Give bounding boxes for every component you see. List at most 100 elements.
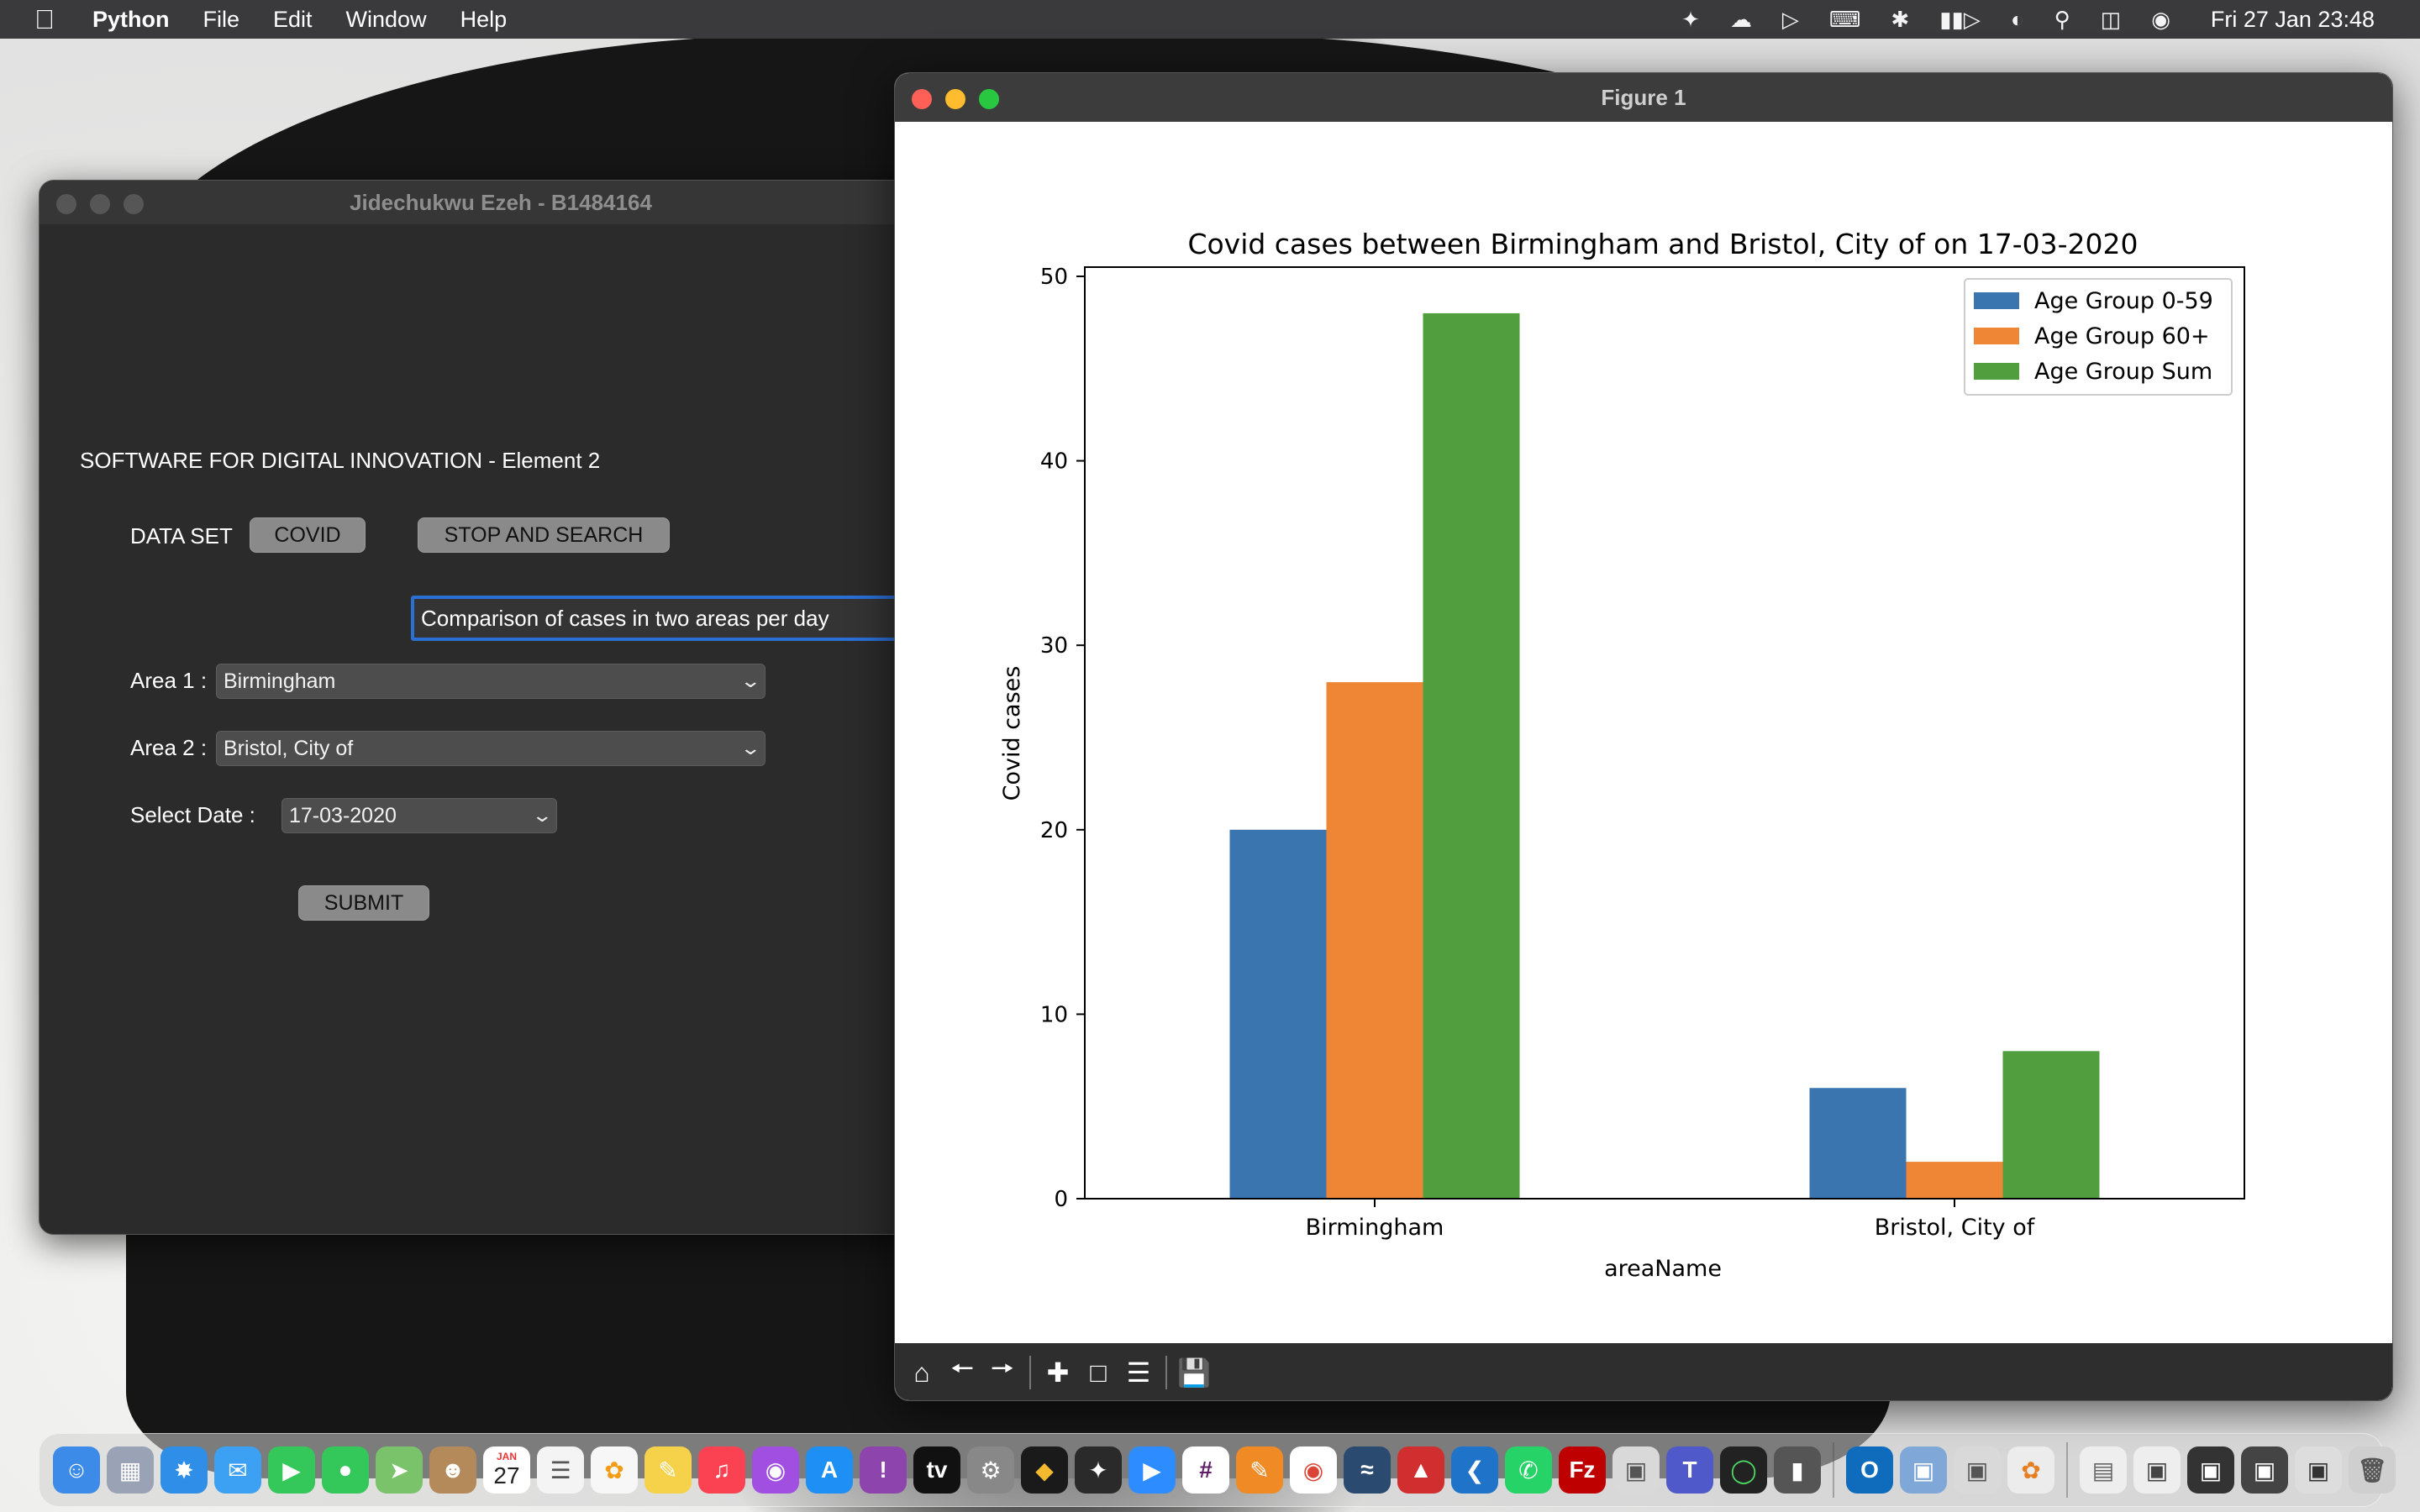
y-tick-label: 20 — [1040, 818, 1068, 843]
app-heading: SOFTWARE FOR DIGITAL INNOVATION - Elemen… — [80, 448, 601, 473]
legend-swatch-2 — [1974, 363, 2019, 380]
feedback-icon[interactable]: ! — [860, 1446, 907, 1494]
facetime-icon[interactable]: ▶ — [268, 1446, 315, 1494]
comparison-type-field[interactable]: Comparison of cases in two areas per day — [411, 596, 949, 641]
y-axis-label: Covid cases — [999, 666, 1025, 801]
keyboard-status-icon[interactable]: ⌨ — [1829, 7, 1861, 33]
preview-icon[interactable]: ▣ — [1612, 1446, 1660, 1494]
chrome-icon[interactable]: ◉ — [1290, 1446, 1337, 1494]
figure-window-titlebar[interactable]: Figure 1 — [895, 73, 2392, 122]
finder-icon[interactable]: ☺ — [53, 1446, 100, 1494]
zoom-icon[interactable]: □ — [1081, 1356, 1115, 1389]
screenshot-stack-icon[interactable]: ▣ — [2295, 1446, 2342, 1494]
legend-swatch-0 — [1974, 292, 2019, 309]
chevron-down-icon: ⌄ — [739, 670, 761, 691]
screenshot-stack-icon[interactable]: ▣ — [2133, 1446, 2181, 1494]
x-axis-label: areaName — [1604, 1256, 1722, 1282]
launchpad-icon[interactable]: ▦ — [107, 1446, 154, 1494]
plot-canvas[interactable]: Covid cases between Birmingham and Brist… — [895, 122, 2392, 1400]
reminders-icon[interactable]: ☰ — [537, 1446, 584, 1494]
pan-icon[interactable]: ✚ — [1041, 1356, 1075, 1389]
slack-icon[interactable]: # — [1182, 1446, 1229, 1494]
vscode-icon[interactable]: ❮ — [1451, 1446, 1498, 1494]
zoom-app-icon[interactable]: ▶ — [1128, 1446, 1176, 1494]
bar-1-2 — [2002, 1051, 2100, 1199]
notes-icon[interactable]: ✎ — [644, 1446, 692, 1494]
date-select[interactable]: 17-03-2020 ⌄ — [281, 798, 557, 833]
mysql-workbench-icon[interactable]: ≈ — [1344, 1446, 1391, 1494]
menu-edit[interactable]: Edit — [273, 7, 313, 33]
filezilla-icon[interactable]: Fz — [1559, 1446, 1606, 1494]
save-icon[interactable]: 💾 — [1177, 1356, 1211, 1389]
tk-window-titlebar[interactable]: Jidechukwu Ezeh - B1484164 — [39, 181, 962, 224]
covid-button[interactable]: COVID — [250, 517, 366, 553]
acrobat-icon[interactable]: ▲ — [1397, 1446, 1444, 1494]
battery-icon[interactable]: ▮▮▷ — [1939, 7, 1981, 33]
spotlight-search-icon[interactable]: ⚲ — [2054, 7, 2070, 33]
figure-window-title: Figure 1 — [1601, 84, 1686, 110]
toolbar-separator — [1029, 1356, 1031, 1389]
messages-icon[interactable]: ● — [322, 1446, 369, 1494]
preview-2-icon[interactable]: ▣ — [1954, 1446, 2001, 1494]
teams-icon[interactable]: T — [1666, 1446, 1713, 1494]
control-center-icon[interactable]: ◫ — [2101, 7, 2122, 33]
photos-icon[interactable]: ✿ — [591, 1446, 638, 1494]
system-preferences-icon[interactable]: ⚙ — [967, 1446, 1014, 1494]
stop-and-search-button[interactable]: STOP AND SEARCH — [418, 517, 670, 553]
calendar-icon[interactable]: JAN 27 — [483, 1446, 530, 1494]
whatsapp-icon[interactable]: ✆ — [1505, 1446, 1552, 1494]
bluetooth-icon[interactable]: ✱ — [1891, 7, 1909, 33]
dock-separator — [2066, 1442, 2068, 1498]
menu-help[interactable]: Help — [460, 7, 508, 33]
submit-button[interactable]: SUBMIT — [298, 885, 429, 921]
menu-window[interactable]: Window — [346, 7, 427, 33]
area2-value: Bristol, City of — [224, 736, 354, 760]
menu-app-name[interactable]: Python — [92, 7, 170, 33]
podcasts-icon[interactable]: ◉ — [752, 1446, 799, 1494]
apple-tv-icon[interactable]: tv — [913, 1446, 960, 1494]
configure-subplots-icon[interactable]: ☰ — [1122, 1356, 1155, 1389]
binance-icon[interactable]: ◆ — [1021, 1446, 1068, 1494]
area1-select[interactable]: Birmingham ⌄ — [216, 664, 765, 699]
bar-chart: Covid cases between Birmingham and Brist… — [999, 228, 2245, 1282]
forward-arrow-icon[interactable]: 🠖 — [986, 1353, 1019, 1389]
chart-legend: Age Group 0-59 Age Group 60+ Age Group S… — [1964, 278, 2233, 396]
wifi-icon[interactable]: ◐ — [2011, 7, 2024, 33]
outlook-icon[interactable]: O — [1846, 1446, 1893, 1494]
document-stack-icon[interactable]: ▤ — [2080, 1446, 2127, 1494]
screenshot-stack-icon[interactable]: ▣ — [2187, 1446, 2234, 1494]
trash-icon[interactable]: 🗑 — [2349, 1446, 2396, 1494]
maps-icon[interactable]: ➤ — [376, 1446, 423, 1494]
siri-icon[interactable]: ◉ — [2151, 7, 2170, 33]
tk-window-title: Jidechukwu Ezeh - B1484164 — [350, 189, 652, 215]
y-tick-label: 50 — [1040, 265, 1068, 290]
zoom-button[interactable] — [979, 89, 999, 109]
play-status-icon[interactable]: ▷ — [1782, 7, 1799, 33]
screenshot-stack-icon[interactable]: ▣ — [2241, 1446, 2288, 1494]
apple-menu-icon[interactable]:  — [20, 4, 69, 35]
safari-icon[interactable]: ✸ — [160, 1446, 208, 1494]
close-button[interactable] — [912, 89, 932, 109]
activity-icon[interactable]: ◯ — [1720, 1446, 1767, 1494]
figma-icon[interactable]: ✦ — [1075, 1446, 1122, 1494]
sketch-icon[interactable]: ✎ — [1236, 1446, 1283, 1494]
calendar-month: JAN — [496, 1451, 517, 1462]
figma-status-icon[interactable]: ✦ — [1681, 7, 1700, 33]
menu-clock[interactable]: Fri 27 Jan 23:48 — [2211, 7, 2375, 33]
zoom-button[interactable] — [124, 194, 144, 214]
area2-select[interactable]: Bristol, City of ⌄ — [216, 731, 765, 766]
app-store-icon[interactable]: A — [806, 1446, 853, 1494]
creative-app-icon[interactable]: ✿ — [2007, 1446, 2054, 1494]
home-icon[interactable]: ⌂ — [905, 1356, 939, 1389]
parallels-icon[interactable]: ▮ — [1774, 1446, 1821, 1494]
music-icon[interactable]: ♫ — [698, 1446, 745, 1494]
screen-sharing-icon[interactable]: ▣ — [1900, 1446, 1947, 1494]
contacts-icon[interactable]: ☻ — [429, 1446, 476, 1494]
close-button[interactable] — [56, 194, 76, 214]
menu-file[interactable]: File — [203, 7, 240, 33]
minimize-button[interactable] — [90, 194, 110, 214]
mail-icon[interactable]: ✉ — [214, 1446, 261, 1494]
back-arrow-icon[interactable]: 🠔 — [945, 1353, 979, 1389]
minimize-button[interactable] — [945, 89, 965, 109]
cloud-status-icon[interactable]: ☁ — [1730, 7, 1752, 33]
